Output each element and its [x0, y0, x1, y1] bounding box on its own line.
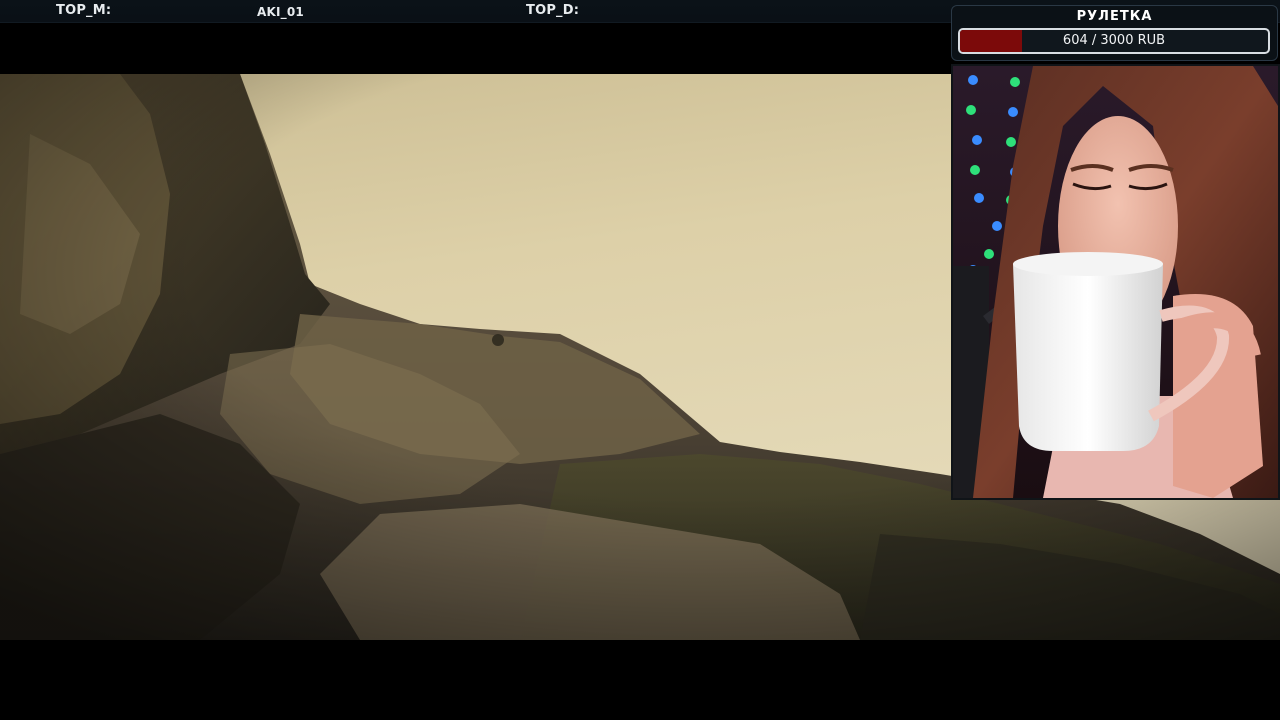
roulette-widget: РУЛЕТКА 604 / 3000 RUB [951, 5, 1278, 61]
webcam-feed [953, 66, 1278, 498]
top-d-label: TOP_D: [526, 3, 580, 18]
top-m-value: AKI_01 [257, 5, 304, 19]
roulette-progress-text: 604 / 3000 RUB [1062, 33, 1166, 48]
webcam-scene [953, 66, 1278, 498]
top-m-label: TOP_M: [56, 3, 112, 18]
roulette-title: РУЛЕТКА [1076, 9, 1153, 24]
roulette-progress-bar: 604 / 3000 RUB [958, 28, 1270, 54]
